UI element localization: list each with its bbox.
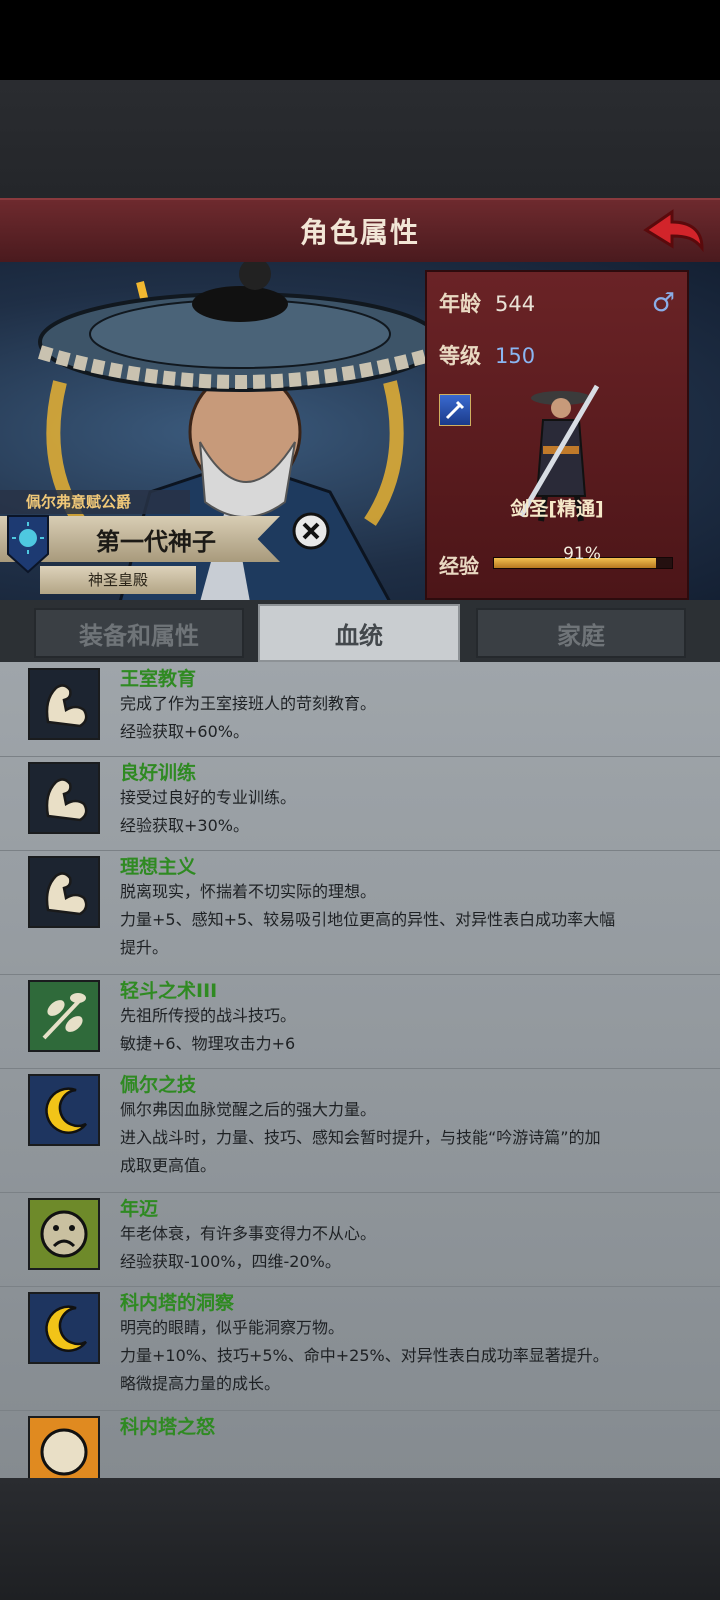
- trait-row[interactable]: 王室教育完成了作为王室接班人的苛刻教育。 经验获取+60%。: [0, 662, 720, 757]
- trait-description-line: 接受过良好的专业训练。: [120, 788, 297, 807]
- trait-row[interactable]: 良好训练接受过良好的专业训练。 经验获取+30%。: [0, 756, 720, 851]
- trait-name: 轻斗之术III: [120, 980, 218, 1002]
- trait-row[interactable]: 轻斗之术III 先祖所传授的战斗技巧。 敏捷+6、物理攻击力+6: [0, 974, 720, 1069]
- title-name: 第一代神子: [96, 527, 216, 556]
- trait-name: 佩尔之技: [120, 1074, 197, 1096]
- exp-label: 经验: [439, 554, 479, 578]
- realm-name: 神圣皇殿: [40, 566, 196, 594]
- close-circle-icon[interactable]: [292, 512, 330, 550]
- face-icon[interactable]: [28, 1416, 100, 1478]
- trait-description-line: 成取更高值。: [120, 1156, 217, 1175]
- status-bar: [0, 0, 720, 80]
- trait-name: 良好训练: [120, 762, 197, 784]
- trait-description-line: 提升。: [120, 938, 169, 957]
- page-title: 角色属性: [299, 216, 420, 249]
- trait-description-line: 年老体衰，有许多事变得力不从心。: [120, 1224, 377, 1243]
- title-block: 佩尔弗意赋公爵 第一代神子 神圣皇殿: [0, 490, 290, 600]
- back-arrow-icon[interactable]: [642, 208, 706, 254]
- age-label: 年龄: [439, 292, 481, 316]
- header-bar: 角色属性: [0, 198, 720, 264]
- male-icon: ♂: [651, 288, 675, 318]
- trait-description-line: 力量+10%、技巧+5%、命中+25%、对异性表白成功率显著提升。: [120, 1346, 609, 1365]
- level-label: 等级: [439, 344, 481, 368]
- trait-name: 科内塔之怒: [120, 1416, 216, 1438]
- age-row: 年龄 544: [439, 288, 535, 318]
- trait-name: 年迈: [120, 1198, 159, 1220]
- bottom-backdrop: [0, 1478, 720, 1600]
- dynasty-name: 佩尔弗意赋公爵: [0, 490, 190, 514]
- trait-description-line: 完成了作为王室接班人的苛刻教育。: [120, 694, 377, 713]
- trait-description-line: 先祖所传授的战斗技巧。: [120, 1006, 297, 1025]
- level-row: 等级 150: [439, 340, 535, 370]
- trait-description-line: 进入战斗时，力量、技巧、感知会暂时提升，与技能“吟游诗篇”的加: [120, 1128, 601, 1147]
- trait-row[interactable]: 科内塔的洞察明亮的眼睛，似乎能洞察万物。力量+10%、技巧+5%、命中+25%、…: [0, 1286, 720, 1411]
- sword-class-icon[interactable]: [439, 394, 471, 426]
- arm-icon[interactable]: [28, 668, 100, 740]
- top-backdrop: [0, 80, 720, 198]
- trait-description-line: 经验获取-100%，四维-20%。: [120, 1252, 341, 1271]
- character-stats-card: 年龄 544 ♂ 等级 150 剑圣[精通] 经验 91%: [425, 270, 689, 600]
- trait-description-line: 脱离现实，怀揣着不切实际的理想。: [120, 882, 377, 901]
- tab-family[interactable]: 家庭: [476, 608, 686, 658]
- leaf-icon[interactable]: [28, 980, 100, 1052]
- trait-description-line: 经验获取+60%。: [120, 722, 249, 741]
- level-value: 150: [495, 344, 536, 368]
- trait-row[interactable]: 理想主义脱离现实，怀揣着不切实际的理想。力量+5、感知+5、较易吸引地位更高的异…: [0, 850, 720, 975]
- trait-name: 理想主义: [120, 856, 197, 878]
- tab-bloodline[interactable]: 血统: [258, 604, 460, 662]
- trait-name: 科内塔的洞察: [120, 1292, 235, 1314]
- trait-row[interactable]: 年迈年老体衰，有许多事变得力不从心。 经验获取-100%，四维-20%。: [0, 1192, 720, 1287]
- trait-list[interactable]: 王室教育完成了作为王室接班人的苛刻教育。 经验获取+60%。 良好训练接受过良好的专…: [0, 662, 720, 1478]
- sad-face-icon[interactable]: [28, 1198, 100, 1270]
- moon-icon[interactable]: [28, 1074, 100, 1146]
- trait-description-line: 敏捷+6、物理攻击力+6: [120, 1034, 296, 1053]
- trait-description-line: 明亮的眼睛，似乎能洞察万物。: [120, 1318, 345, 1337]
- trait-row[interactable]: 科内塔之怒: [0, 1410, 720, 1478]
- tab-bar: 装备和属性 血统 家庭: [0, 600, 720, 662]
- age-value: 544: [495, 292, 536, 316]
- arm-icon[interactable]: [28, 856, 100, 928]
- trait-description-line: 略微提高力量的成长。: [120, 1374, 281, 1393]
- trait-row[interactable]: 佩尔之技佩尔弗因血脉觉醒之后的强大力量。进入战斗时，力量、技巧、感知会暂时提升，…: [0, 1068, 720, 1193]
- trait-description-line: 佩尔弗因血脉觉醒之后的强大力量。: [120, 1100, 377, 1119]
- tab-equipment[interactable]: 装备和属性: [34, 608, 244, 658]
- class-name: 剑圣[精通]: [510, 498, 604, 520]
- trait-description-line: 力量+5、感知+5、较易吸引地位更高的异性、对异性表白成功率大幅: [120, 910, 616, 929]
- moon-icon[interactable]: [28, 1292, 100, 1364]
- exp-percent: 91%: [563, 544, 601, 564]
- trait-description-line: 经验获取+30%。: [120, 816, 249, 835]
- arm-icon[interactable]: [28, 762, 100, 834]
- crest-shield-icon: [7, 515, 49, 574]
- trait-name: 王室教育: [120, 668, 197, 690]
